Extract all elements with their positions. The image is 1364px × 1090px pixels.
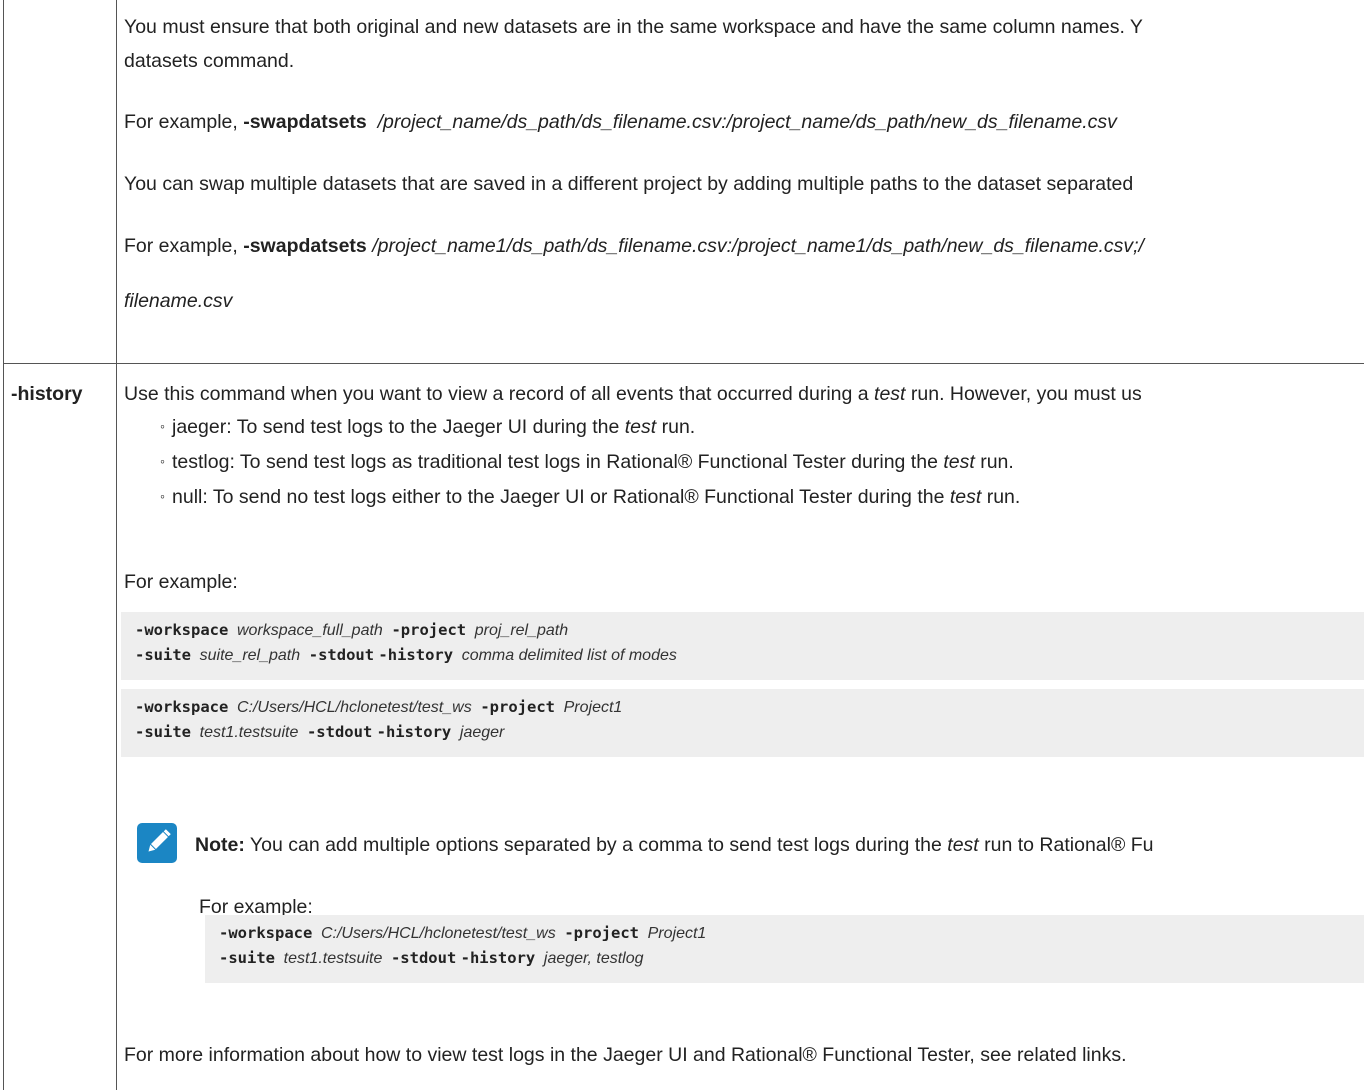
note-label: Note: — [195, 834, 245, 856]
list-item: ◦ testlog: To send test logs as tradition… — [160, 451, 1014, 473]
list-item: ◦ jaeger: To send test logs to the Jaeger… — [160, 416, 696, 438]
code-block-note-example: -workspace C:/Users/HCL/hclonetest/test_… — [205, 915, 1364, 983]
swap-paragraph2: You can swap multiple datasets that are … — [124, 173, 1134, 195]
swap-example1-command: -swapdatsets — [243, 111, 367, 133]
document-page: You must ensure that both original and n… — [0, 0, 1364, 1090]
swap-example2-line2: filename.csv — [124, 290, 233, 312]
table-row-divider — [3, 363, 1364, 364]
history-intro: Use this command when you want to view a… — [124, 383, 1142, 405]
table-left-border — [3, 0, 4, 1090]
swap-example2: For example, -swapdatsets /project_name1… — [124, 235, 1144, 257]
list-item: ◦ null: To send no test logs either to th… — [160, 486, 1021, 508]
pencil-icon — [137, 823, 177, 863]
note-text: Note: You can add multiple options separ… — [195, 834, 1154, 856]
history-more-info: For more information about how to view t… — [124, 1044, 1127, 1066]
swap-example2-command: -swapdatsets — [243, 235, 367, 257]
table-column-divider — [116, 0, 117, 1090]
swap-example1: For example, -swapdatsets /project_name/… — [124, 111, 1117, 133]
swap-paragraph-line2: datasets command. — [124, 50, 295, 72]
history-for-example: For example: — [124, 571, 238, 593]
code-block-example: -workspace C:/Users/HCL/hclonetest/test_… — [121, 689, 1364, 757]
swap-paragraph-line1: You must ensure that both original and n… — [124, 16, 1143, 38]
swap-example1-path: /project_name/ds_path/ds_filename.csv:/p… — [377, 111, 1117, 133]
history-modes-list: ◦ jaeger: To send test logs to the Jaeger… — [160, 409, 1020, 514]
history-option-label: -history — [11, 383, 83, 405]
code-block-syntax: -workspace workspace_full_path -project … — [121, 612, 1364, 680]
swap-example2-path: /project_name1/ds_path/ds_filename.csv:/… — [372, 235, 1144, 257]
